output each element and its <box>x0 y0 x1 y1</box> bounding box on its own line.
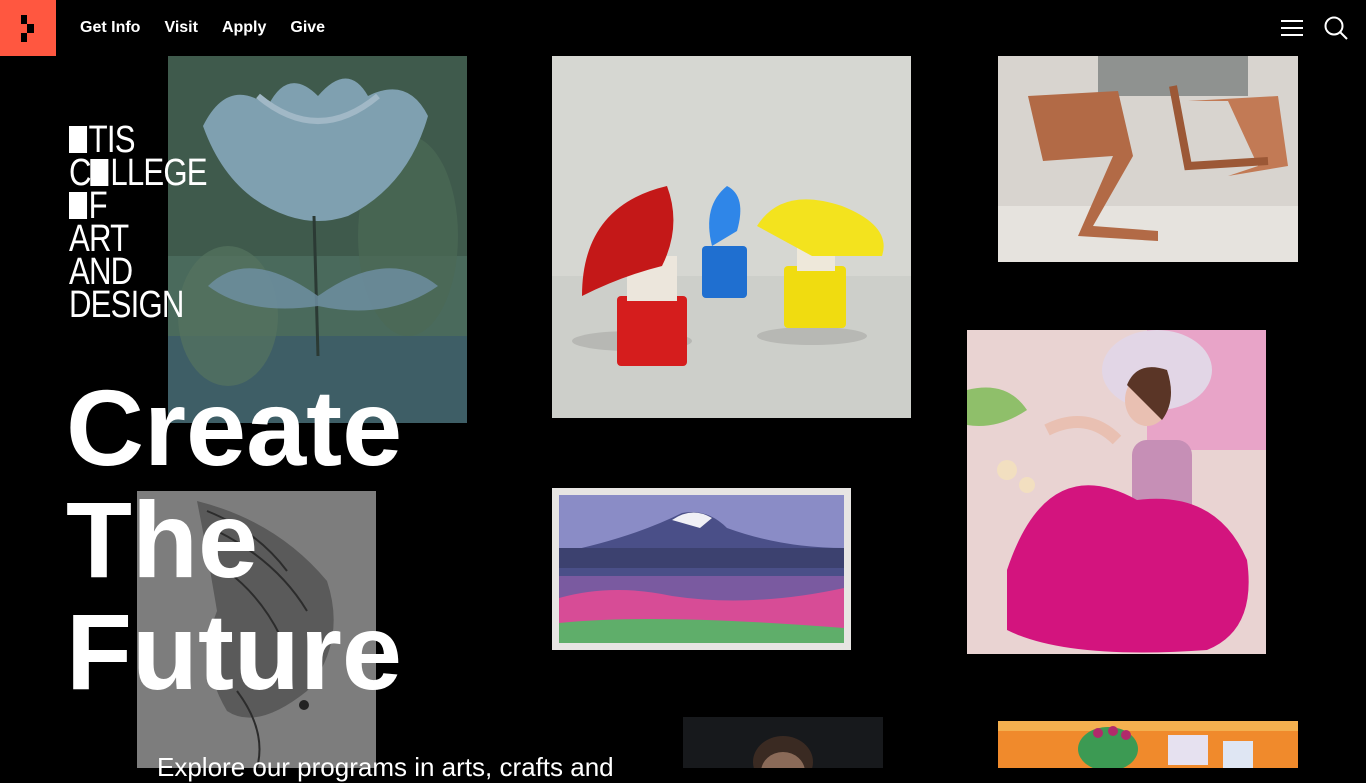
logo-mark-icon[interactable] <box>0 0 56 56</box>
hero-heading: Create The Future <box>66 372 402 708</box>
primary-nav: Get Info Visit Apply Give <box>80 0 325 56</box>
nav-visit-link[interactable]: Visit <box>164 19 198 37</box>
menu-icon[interactable] <box>1278 14 1306 42</box>
gallery-image-pink-dress-photograph[interactable] <box>967 330 1266 654</box>
wordmark-square-mark <box>90 159 109 186</box>
top-icons <box>1278 14 1350 42</box>
hero-line-3: Future <box>66 591 402 712</box>
gallery-image-landscape-train-illustration[interactable] <box>552 488 851 650</box>
top-navigation-bar: Get Info Visit Apply Give <box>0 0 1366 56</box>
wordmark-square-mark <box>69 126 88 153</box>
gallery-image-sprayer-product-design[interactable] <box>552 56 911 418</box>
gallery-image-colorful-illustration[interactable] <box>998 721 1298 768</box>
gallery-image-copper-chair-model[interactable] <box>998 56 1298 262</box>
nav-give-link[interactable]: Give <box>290 19 325 37</box>
wordmark-line-6: DESIGN <box>69 284 184 326</box>
hero-line-2: The <box>66 479 259 600</box>
nav-apply-link[interactable]: Apply <box>222 19 266 37</box>
search-icon[interactable] <box>1322 14 1350 42</box>
hero-line-1: Create <box>66 367 403 488</box>
wordmark-square-mark <box>69 192 88 219</box>
nav-get-info-link[interactable]: Get Info <box>80 19 140 37</box>
gallery-image-portrait-photograph[interactable] <box>683 717 883 768</box>
otis-college-wordmark[interactable]: TIS C LLEGE F ART AND DESIGN <box>69 121 208 326</box>
